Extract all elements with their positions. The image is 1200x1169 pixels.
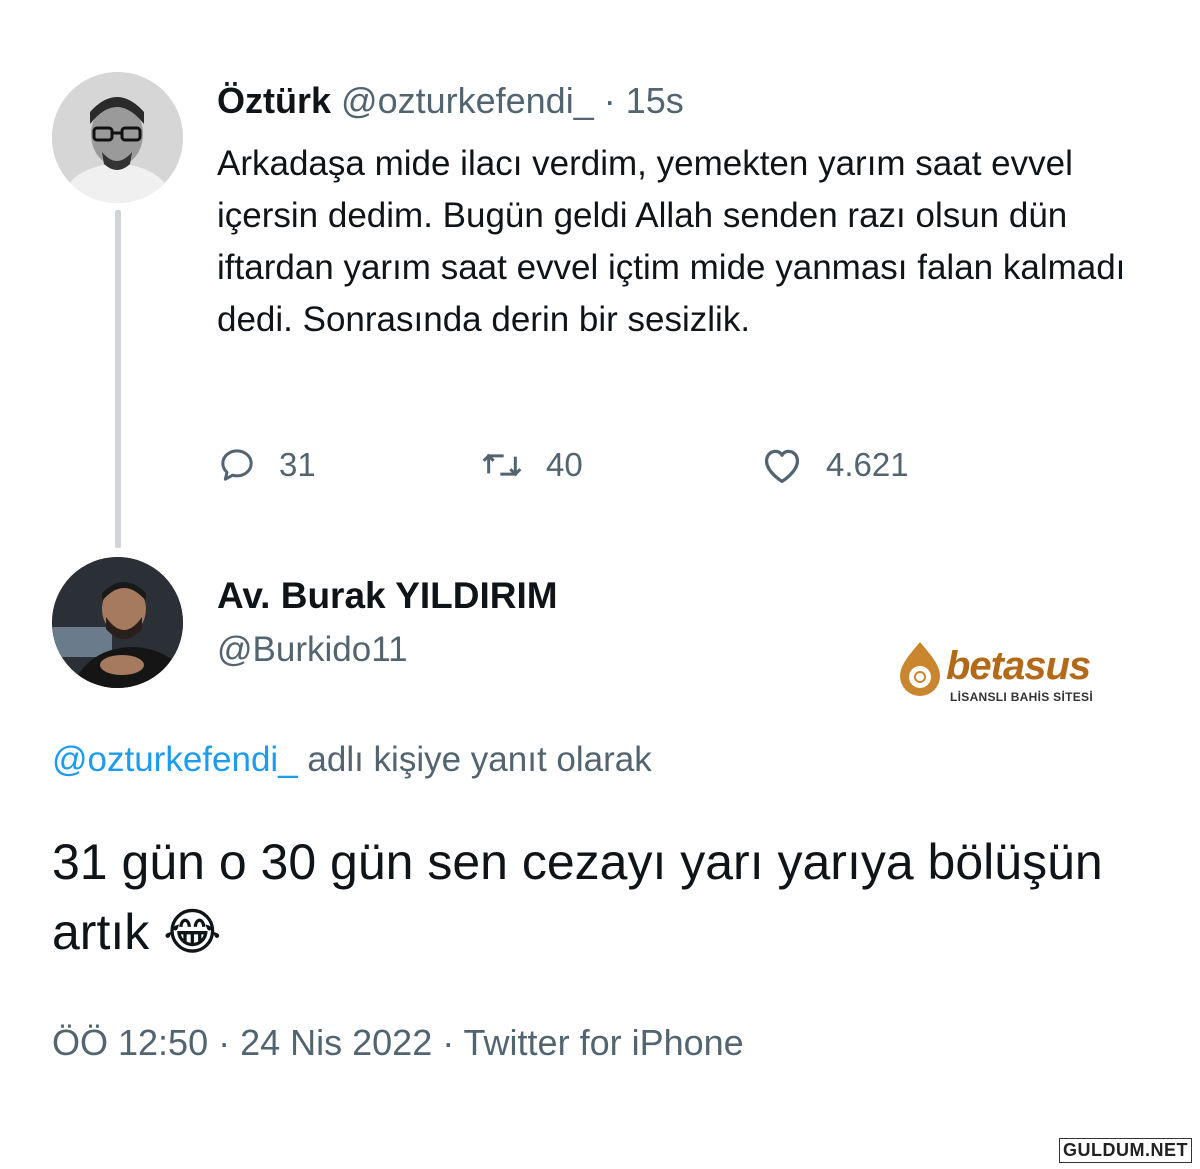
retweet-icon — [482, 453, 522, 477]
sponsor-logo: betasus LİSANSLI BAHİS SİTESİ — [898, 640, 1098, 710]
flame-logo-icon — [900, 642, 940, 696]
reply-button[interactable]: 31 — [217, 445, 316, 485]
tweet1-timestamp[interactable]: 15s — [626, 80, 684, 121]
separator-dot: · — [603, 80, 616, 121]
tweet2-timestamp-source[interactable]: ÖÖ 12:50 · 24 Nis 2022 · Twitter for iPh… — [52, 1022, 744, 1064]
profile-photo-icon — [52, 557, 183, 688]
sponsor-brand-name: betasus — [946, 644, 1091, 688]
tweet1-text: Arkadaşa mide ilacı verdim, yemekten yar… — [217, 144, 1126, 339]
avatar-burak[interactable] — [52, 557, 183, 688]
tweet2-author-handle[interactable]: @Burkido11 — [217, 630, 408, 670]
retweet-count: 40 — [546, 446, 583, 483]
heart-icon — [764, 449, 800, 483]
profile-photo-icon — [52, 72, 183, 203]
tweet2-author-name[interactable]: Av. Burak YILDIRIM — [217, 575, 558, 617]
tweet1-author-handle[interactable]: @ozturkefendi_ — [341, 80, 594, 121]
reply-count: 31 — [279, 446, 316, 483]
reply-context: @ozturkefendi_ adlı kişiye yanıt olarak — [52, 740, 652, 780]
tweet2-text: 31 gün o 30 gün sen cezayı yarı yarıya b… — [52, 834, 1103, 960]
reply-mention-link[interactable]: @ozturkefendi_ — [52, 740, 298, 779]
thread-connector-line — [115, 210, 121, 548]
tweet1-author-name[interactable]: Öztürk — [217, 80, 331, 121]
retweet-button[interactable]: 40 — [480, 445, 583, 485]
site-watermark: GULDUM.NET — [1059, 1138, 1192, 1163]
sponsor-tagline: LİSANSLI BAHİS SİTESİ — [950, 690, 1093, 704]
like-count: 4.621 — [826, 446, 909, 483]
avatar-ozturk[interactable] — [52, 72, 183, 203]
reply-context-label: adlı kişiye yanıt olarak — [307, 740, 652, 779]
like-button[interactable]: 4.621 — [760, 445, 909, 485]
reply-icon — [221, 449, 253, 481]
tweet1-header: Öztürk @ozturkefendi_ · 15s — [217, 80, 684, 122]
